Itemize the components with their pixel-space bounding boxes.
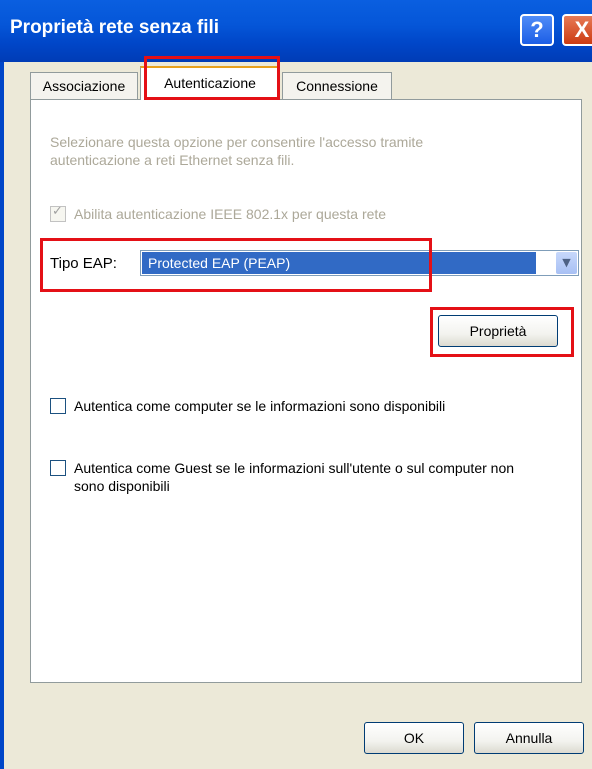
properties-button[interactable]: Proprietà <box>438 315 558 347</box>
chevron-down-icon[interactable]: ▼ <box>556 252 577 274</box>
close-icon: X <box>574 17 590 42</box>
enable-8021x-label: Abilita autenticazione IEEE 802.1x per q… <box>74 206 387 222</box>
eap-type-value: Protected EAP (PEAP) <box>142 252 536 274</box>
tab-panel <box>30 99 582 683</box>
ok-button[interactable]: OK <box>364 722 464 754</box>
window-title: Proprietà rete senza fili <box>10 17 220 38</box>
checkmark-icon: ✓ <box>52 204 63 219</box>
description-text: Selezionare questa opzione per consentir… <box>50 134 424 168</box>
cancel-button[interactable]: Annulla <box>474 722 584 754</box>
eap-type-select[interactable]: Protected EAP (PEAP) ▼ <box>140 250 579 276</box>
tab-associazione[interactable]: Associazione <box>30 72 138 100</box>
close-button[interactable]: X <box>562 14 592 46</box>
tab-autenticazione[interactable]: Autenticazione <box>140 66 280 100</box>
eap-type-label: Tipo EAP: <box>50 255 117 272</box>
window-frame <box>0 62 4 769</box>
auth-computer-checkbox[interactable] <box>50 398 66 414</box>
auth-guest-checkbox[interactable] <box>50 460 66 476</box>
help-icon: ? <box>530 17 544 42</box>
auth-computer-label: Autentica come computer se le informazio… <box>74 398 446 414</box>
auth-guest-label: Autentica come Guest se le informazioni … <box>74 460 515 494</box>
title-bar[interactable]: Proprietà rete senza fili ? X <box>0 0 592 62</box>
tab-connessione[interactable]: Connessione <box>282 72 392 100</box>
help-button[interactable]: ? <box>520 14 554 46</box>
enable-8021x-checkbox[interactable]: ✓ <box>50 204 66 222</box>
